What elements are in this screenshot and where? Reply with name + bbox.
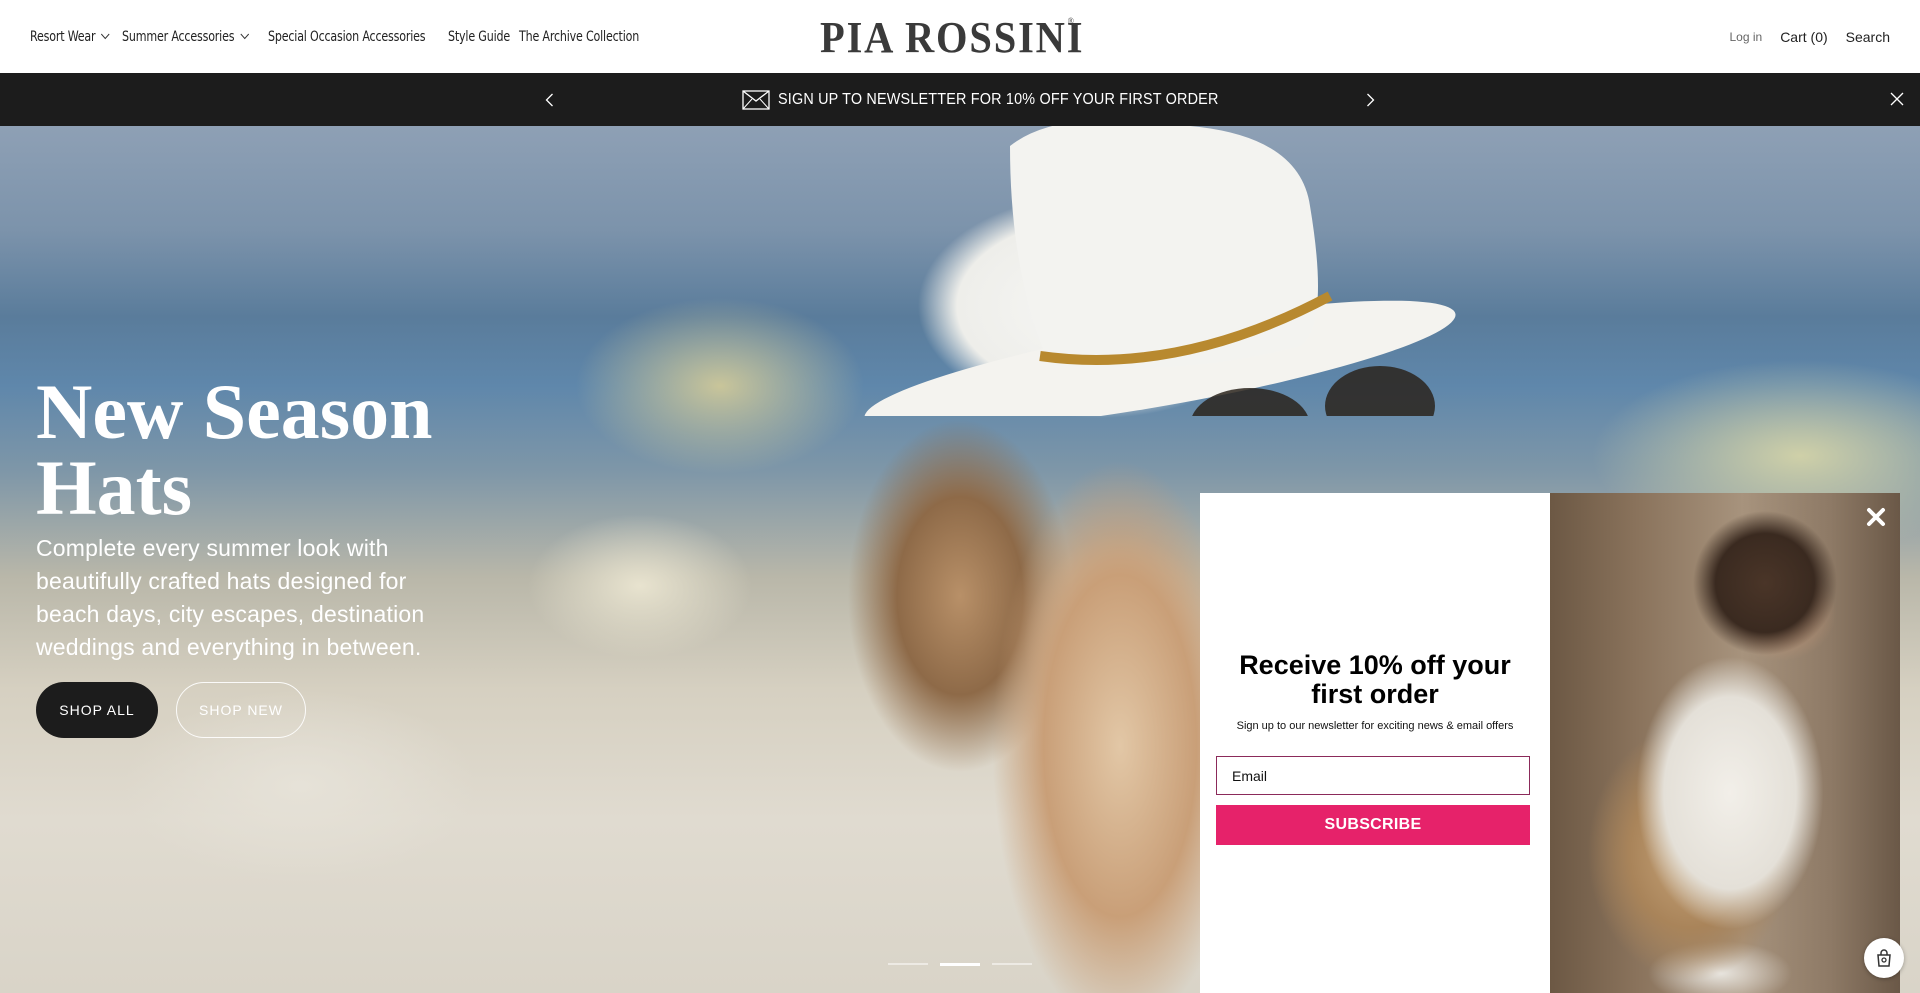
nav-label: Style Guide	[447, 28, 510, 45]
logo-text: PIA ROSSINI	[820, 13, 1085, 62]
slide-dot[interactable]	[992, 963, 1032, 965]
nav-special-occasion[interactable]: Special Occasion Accessories	[267, 28, 426, 45]
hero-title-line: Hats	[36, 444, 192, 531]
newsletter-popup: Receive 10% off your first order Sign up…	[1200, 493, 1900, 993]
registered-mark: ®	[1067, 16, 1076, 26]
nav-label: Resort Wear	[30, 28, 96, 45]
slide-indicators	[888, 963, 1032, 966]
announcement-message[interactable]: SIGN UP TO NEWSLETTER FOR 10% OFF YOUR F…	[742, 73, 1267, 126]
nav-style-guide[interactable]: Style Guide	[448, 29, 510, 45]
chevron-down-icon	[240, 33, 250, 40]
main-nav: Resort Wear Summer Accessories Special O…	[30, 0, 642, 73]
login-link[interactable]: Log in	[1729, 30, 1762, 44]
slide-dot[interactable]	[888, 963, 928, 965]
popup-form-panel: Receive 10% off your first order Sign up…	[1200, 493, 1550, 993]
hero-image	[864, 126, 1456, 416]
nav-summer-accessories[interactable]: Summer Accessories	[122, 28, 250, 45]
utility-nav: Log in Cart (0) Search	[1729, 0, 1890, 73]
shopping-bag-icon	[1877, 949, 1891, 967]
close-popup-button[interactable]	[1862, 503, 1890, 531]
hero-title-line: New Season	[36, 368, 433, 455]
nav-resort-wear[interactable]: Resort Wear	[30, 29, 110, 45]
chevron-left-icon[interactable]	[540, 90, 560, 110]
envelope-icon	[742, 89, 770, 110]
site-logo[interactable]: PIA ROSSINI ®	[820, 12, 1082, 62]
announcement-text: SIGN UP TO NEWSLETTER FOR 10% OFF YOUR F…	[778, 90, 1219, 108]
nav-label: Special Occasion Accessories	[267, 28, 426, 45]
popup-heading: Receive 10% off your first order	[1239, 650, 1511, 709]
announcement-bar: SIGN UP TO NEWSLETTER FOR 10% OFF YOUR F…	[0, 73, 1920, 126]
site-header: Resort Wear Summer Accessories Special O…	[0, 0, 1920, 73]
shop-all-button[interactable]: SHOP ALL	[36, 682, 158, 738]
subscribe-button[interactable]: SUBSCRIBE	[1216, 805, 1530, 845]
nav-label: The Archive Collection	[519, 28, 640, 45]
slide-dot-active[interactable]	[940, 963, 980, 966]
hero-subtitle: Complete every summer look with beautifu…	[36, 535, 425, 660]
nav-archive-collection[interactable]: The Archive Collection	[519, 29, 639, 45]
shop-new-button[interactable]: SHOP NEW	[176, 682, 306, 738]
close-icon	[1867, 508, 1885, 526]
hero-title: New Season Hats	[36, 368, 556, 531]
popup-image	[1550, 493, 1900, 993]
close-icon[interactable]	[1888, 90, 1906, 108]
cart-link[interactable]: Cart (0)	[1780, 29, 1827, 45]
popup-subtext: Sign up to our newsletter for exciting n…	[1236, 720, 1514, 732]
chevron-right-icon[interactable]	[1360, 90, 1380, 110]
chevron-down-icon	[101, 33, 110, 40]
search-link[interactable]: Search	[1846, 29, 1890, 45]
email-field[interactable]	[1216, 756, 1530, 795]
nav-label: Summer Accessories	[122, 28, 235, 45]
chat-widget-button[interactable]	[1864, 938, 1904, 978]
